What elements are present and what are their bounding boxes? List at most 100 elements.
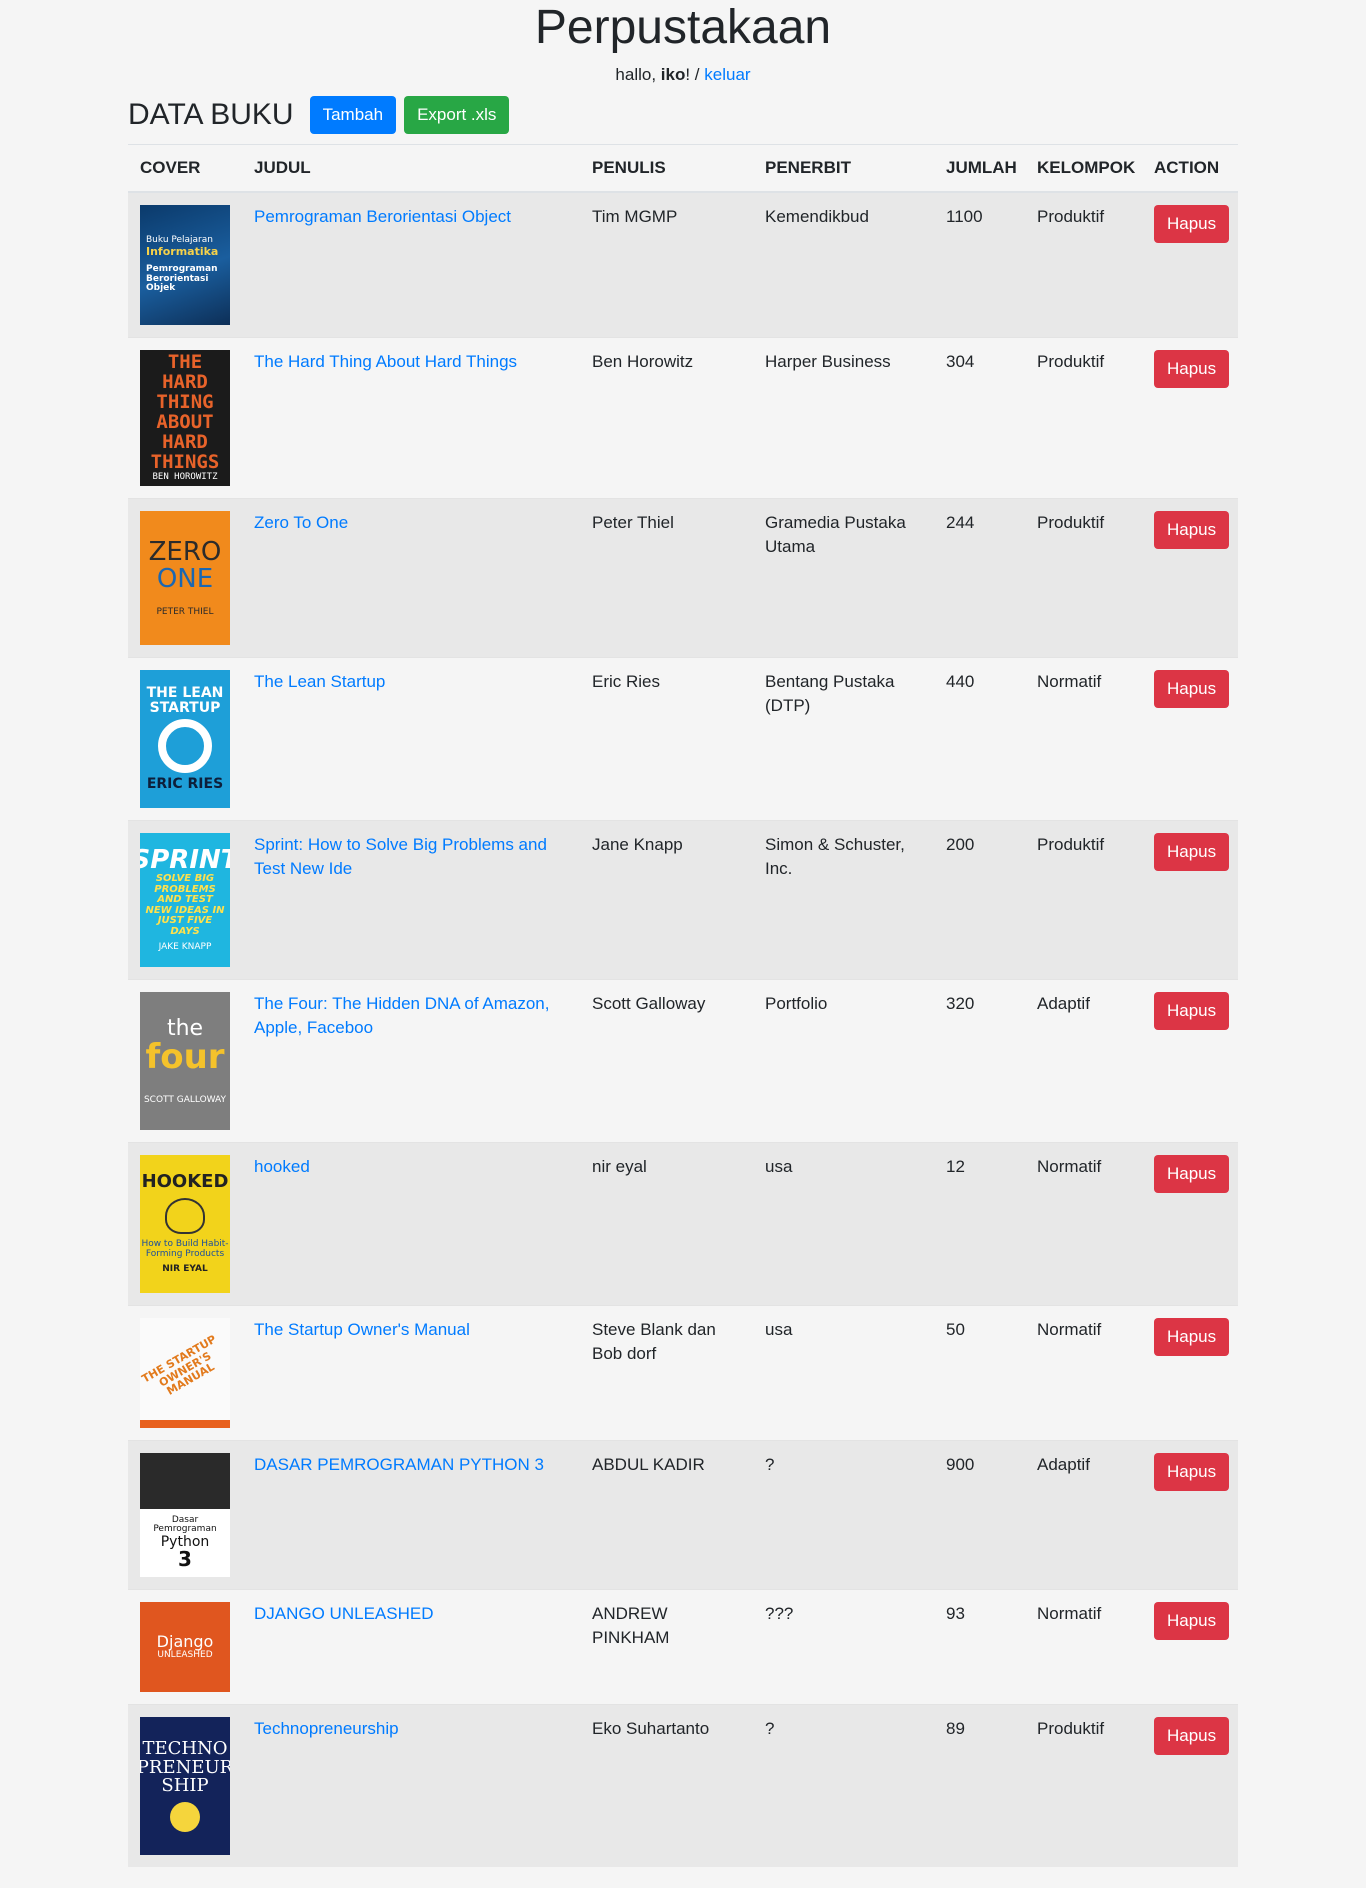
delete-button[interactable]: Hapus <box>1154 833 1230 871</box>
book-quantity: 244 <box>934 498 1025 658</box>
book-author: Eko Suhartanto <box>580 1704 753 1867</box>
table-row: ZERO ONE PETER THIEL Zero To One Peter T… <box>128 498 1238 658</box>
book-group: Normatif <box>1025 1142 1142 1306</box>
table-row: Dasar Pemrograman Python 3 DASAR PEMROGR… <box>128 1440 1238 1590</box>
delete-button[interactable]: Hapus <box>1154 1155 1230 1193</box>
book-author: ABDUL KADIR <box>580 1440 753 1590</box>
book-title-link[interactable]: DJANGO UNLEASHED <box>254 1604 433 1623</box>
book-title-link[interactable]: The Four: The Hidden DNA of Amazon, Appl… <box>254 994 549 1037</box>
book-author: ANDREW PINKHAM <box>580 1589 753 1705</box>
book-author: Jane Knapp <box>580 820 753 980</box>
table-header-row: COVER JUDUL PENULIS PENERBIT JUMLAH KELO… <box>128 144 1238 192</box>
greeting-separator: ! / <box>685 64 705 84</box>
greeting-prefix: hallo, <box>615 64 661 84</box>
table-row: Buku Pelajaran Informatika Pemrograman B… <box>128 191 1238 338</box>
book-cover-image: THE STARTUP OWNER'S MANUAL <box>140 1318 230 1428</box>
book-quantity: 200 <box>934 820 1025 980</box>
delete-button[interactable]: Hapus <box>1154 992 1230 1030</box>
header-cover: COVER <box>140 158 201 177</box>
books-table: COVER JUDUL PENULIS PENERBIT JUMLAH KELO… <box>128 144 1238 1867</box>
delete-button[interactable]: Hapus <box>1154 670 1230 708</box>
table-row: TECHNO PRENEUR SHIP Technopreneurship Eko … <box>128 1704 1238 1867</box>
book-group: Produktif <box>1025 337 1142 499</box>
header-judul: JUDUL <box>254 158 311 177</box>
book-author: Steve Blank dan Bob dorf <box>580 1305 753 1441</box>
book-publisher: Portfolio <box>753 979 934 1143</box>
book-group: Produktif <box>1025 820 1142 980</box>
book-quantity: 320 <box>934 979 1025 1143</box>
book-title-link[interactable]: The Hard Thing About Hard Things <box>254 352 517 371</box>
book-quantity: 1100 <box>934 191 1025 338</box>
book-title-link[interactable]: Sprint: How to Solve Big Problems and Te… <box>254 835 547 878</box>
book-cover-image: TECHNO PRENEUR SHIP <box>140 1717 230 1855</box>
book-title-link[interactable]: The Lean Startup <box>254 672 385 691</box>
book-author: nir eyal <box>580 1142 753 1306</box>
book-group: Produktif <box>1025 191 1142 338</box>
header-jumlah: JUMLAH <box>946 158 1017 177</box>
page-title: Perpustakaan <box>534 1 832 54</box>
table-row: THE HARD THING ABOUT HARD THINGS BEN HOROWITZ… <box>128 337 1238 499</box>
cover-cell: Django UNLEASHED <box>128 1589 242 1705</box>
book-title-link[interactable]: DASAR PEMROGRAMAN PYTHON 3 <box>254 1455 544 1474</box>
book-author: Eric Ries <box>580 657 753 821</box>
table-row: Django UNLEASHED DJANGO UNLEASHED ANDREW… <box>128 1589 1238 1705</box>
delete-button[interactable]: Hapus <box>1154 350 1230 388</box>
book-author: Peter Thiel <box>580 498 753 658</box>
book-group: Produktif <box>1025 498 1142 658</box>
book-cover-image: HOOKED How to Build Habit-Forming Produc… <box>140 1155 230 1293</box>
cover-cell: Buku Pelajaran Informatika Pemrograman B… <box>128 191 242 338</box>
add-book-button[interactable]: Tambah <box>309 96 397 134</box>
table-row: the four SCOTT GALLOWAY The Four: The Hi… <box>128 979 1238 1143</box>
cover-cell: ZERO ONE PETER THIEL <box>128 498 242 658</box>
book-quantity: 89 <box>934 1704 1025 1867</box>
book-publisher: Gramedia Pustaka Utama <box>753 498 934 658</box>
book-cover-image: SPRINT SOLVE BIG PROBLEMS AND TEST NEW I… <box>140 833 230 967</box>
delete-button[interactable]: Hapus <box>1154 1318 1230 1356</box>
delete-button[interactable]: Hapus <box>1154 511 1230 549</box>
export-xls-button[interactable]: Export .xls <box>404 96 510 134</box>
header-action: ACTION <box>1154 158 1220 177</box>
book-title-link[interactable]: Zero To One <box>254 513 348 532</box>
cover-cell: THE LEAN STARTUP ERIC RIES <box>128 657 242 821</box>
header-penulis: PENULIS <box>592 158 666 177</box>
book-publisher: Kemendikbud <box>753 191 934 338</box>
book-quantity: 50 <box>934 1305 1025 1441</box>
cover-cell: THE STARTUP OWNER'S MANUAL <box>128 1305 242 1441</box>
greeting: hallo, iko! / keluar <box>0 65 1366 85</box>
book-cover-image: Buku Pelajaran Informatika Pemrograman B… <box>140 205 230 325</box>
table-row: THE STARTUP OWNER'S MANUAL The Startup O… <box>128 1305 1238 1441</box>
book-cover-image: THE HARD THING ABOUT HARD THINGS BEN HOROWITZ <box>140 350 230 486</box>
section-title: DATA BUKU <box>128 98 294 131</box>
username: iko <box>660 64 686 84</box>
book-cover-image: THE LEAN STARTUP ERIC RIES <box>140 670 230 808</box>
book-cover-image: the four SCOTT GALLOWAY <box>140 992 230 1130</box>
book-group: Adaptif <box>1025 979 1142 1143</box>
logout-link[interactable]: keluar <box>704 65 750 84</box>
book-group: Normatif <box>1025 1305 1142 1441</box>
book-author: Ben Horowitz <box>580 337 753 499</box>
book-quantity: 440 <box>934 657 1025 821</box>
book-cover-image: ZERO ONE PETER THIEL <box>140 511 230 645</box>
book-title-link[interactable]: hooked <box>254 1157 310 1176</box>
delete-button[interactable]: Hapus <box>1154 1717 1230 1755</box>
table-row: HOOKED How to Build Habit-Forming Produc… <box>128 1142 1238 1306</box>
book-publisher: Simon & Schuster, Inc. <box>753 820 934 980</box>
book-title-link[interactable]: Technopreneurship <box>254 1719 399 1738</box>
delete-button[interactable]: Hapus <box>1154 1602 1230 1640</box>
cover-cell: the four SCOTT GALLOWAY <box>128 979 242 1143</box>
delete-button[interactable]: Hapus <box>1154 1453 1230 1491</box>
book-quantity: 12 <box>934 1142 1025 1306</box>
cover-cell: HOOKED How to Build Habit-Forming Produc… <box>128 1142 242 1306</box>
book-publisher: usa <box>753 1142 934 1306</box>
book-cover-image: Dasar Pemrograman Python 3 <box>140 1453 230 1577</box>
delete-button[interactable]: Hapus <box>1154 205 1230 243</box>
cover-cell: SPRINT SOLVE BIG PROBLEMS AND TEST NEW I… <box>128 820 242 980</box>
book-group: Normatif <box>1025 657 1142 821</box>
cover-cell: TECHNO PRENEUR SHIP <box>128 1704 242 1867</box>
book-title-link[interactable]: Pemrograman Berorientasi Object <box>254 207 511 226</box>
book-group: Adaptif <box>1025 1440 1142 1590</box>
book-cover-image: Django UNLEASHED <box>140 1602 230 1692</box>
table-row: THE LEAN STARTUP ERIC RIES The Lean Start… <box>128 657 1238 821</box>
book-title-link[interactable]: The Startup Owner's Manual <box>254 1320 470 1339</box>
book-quantity: 304 <box>934 337 1025 499</box>
